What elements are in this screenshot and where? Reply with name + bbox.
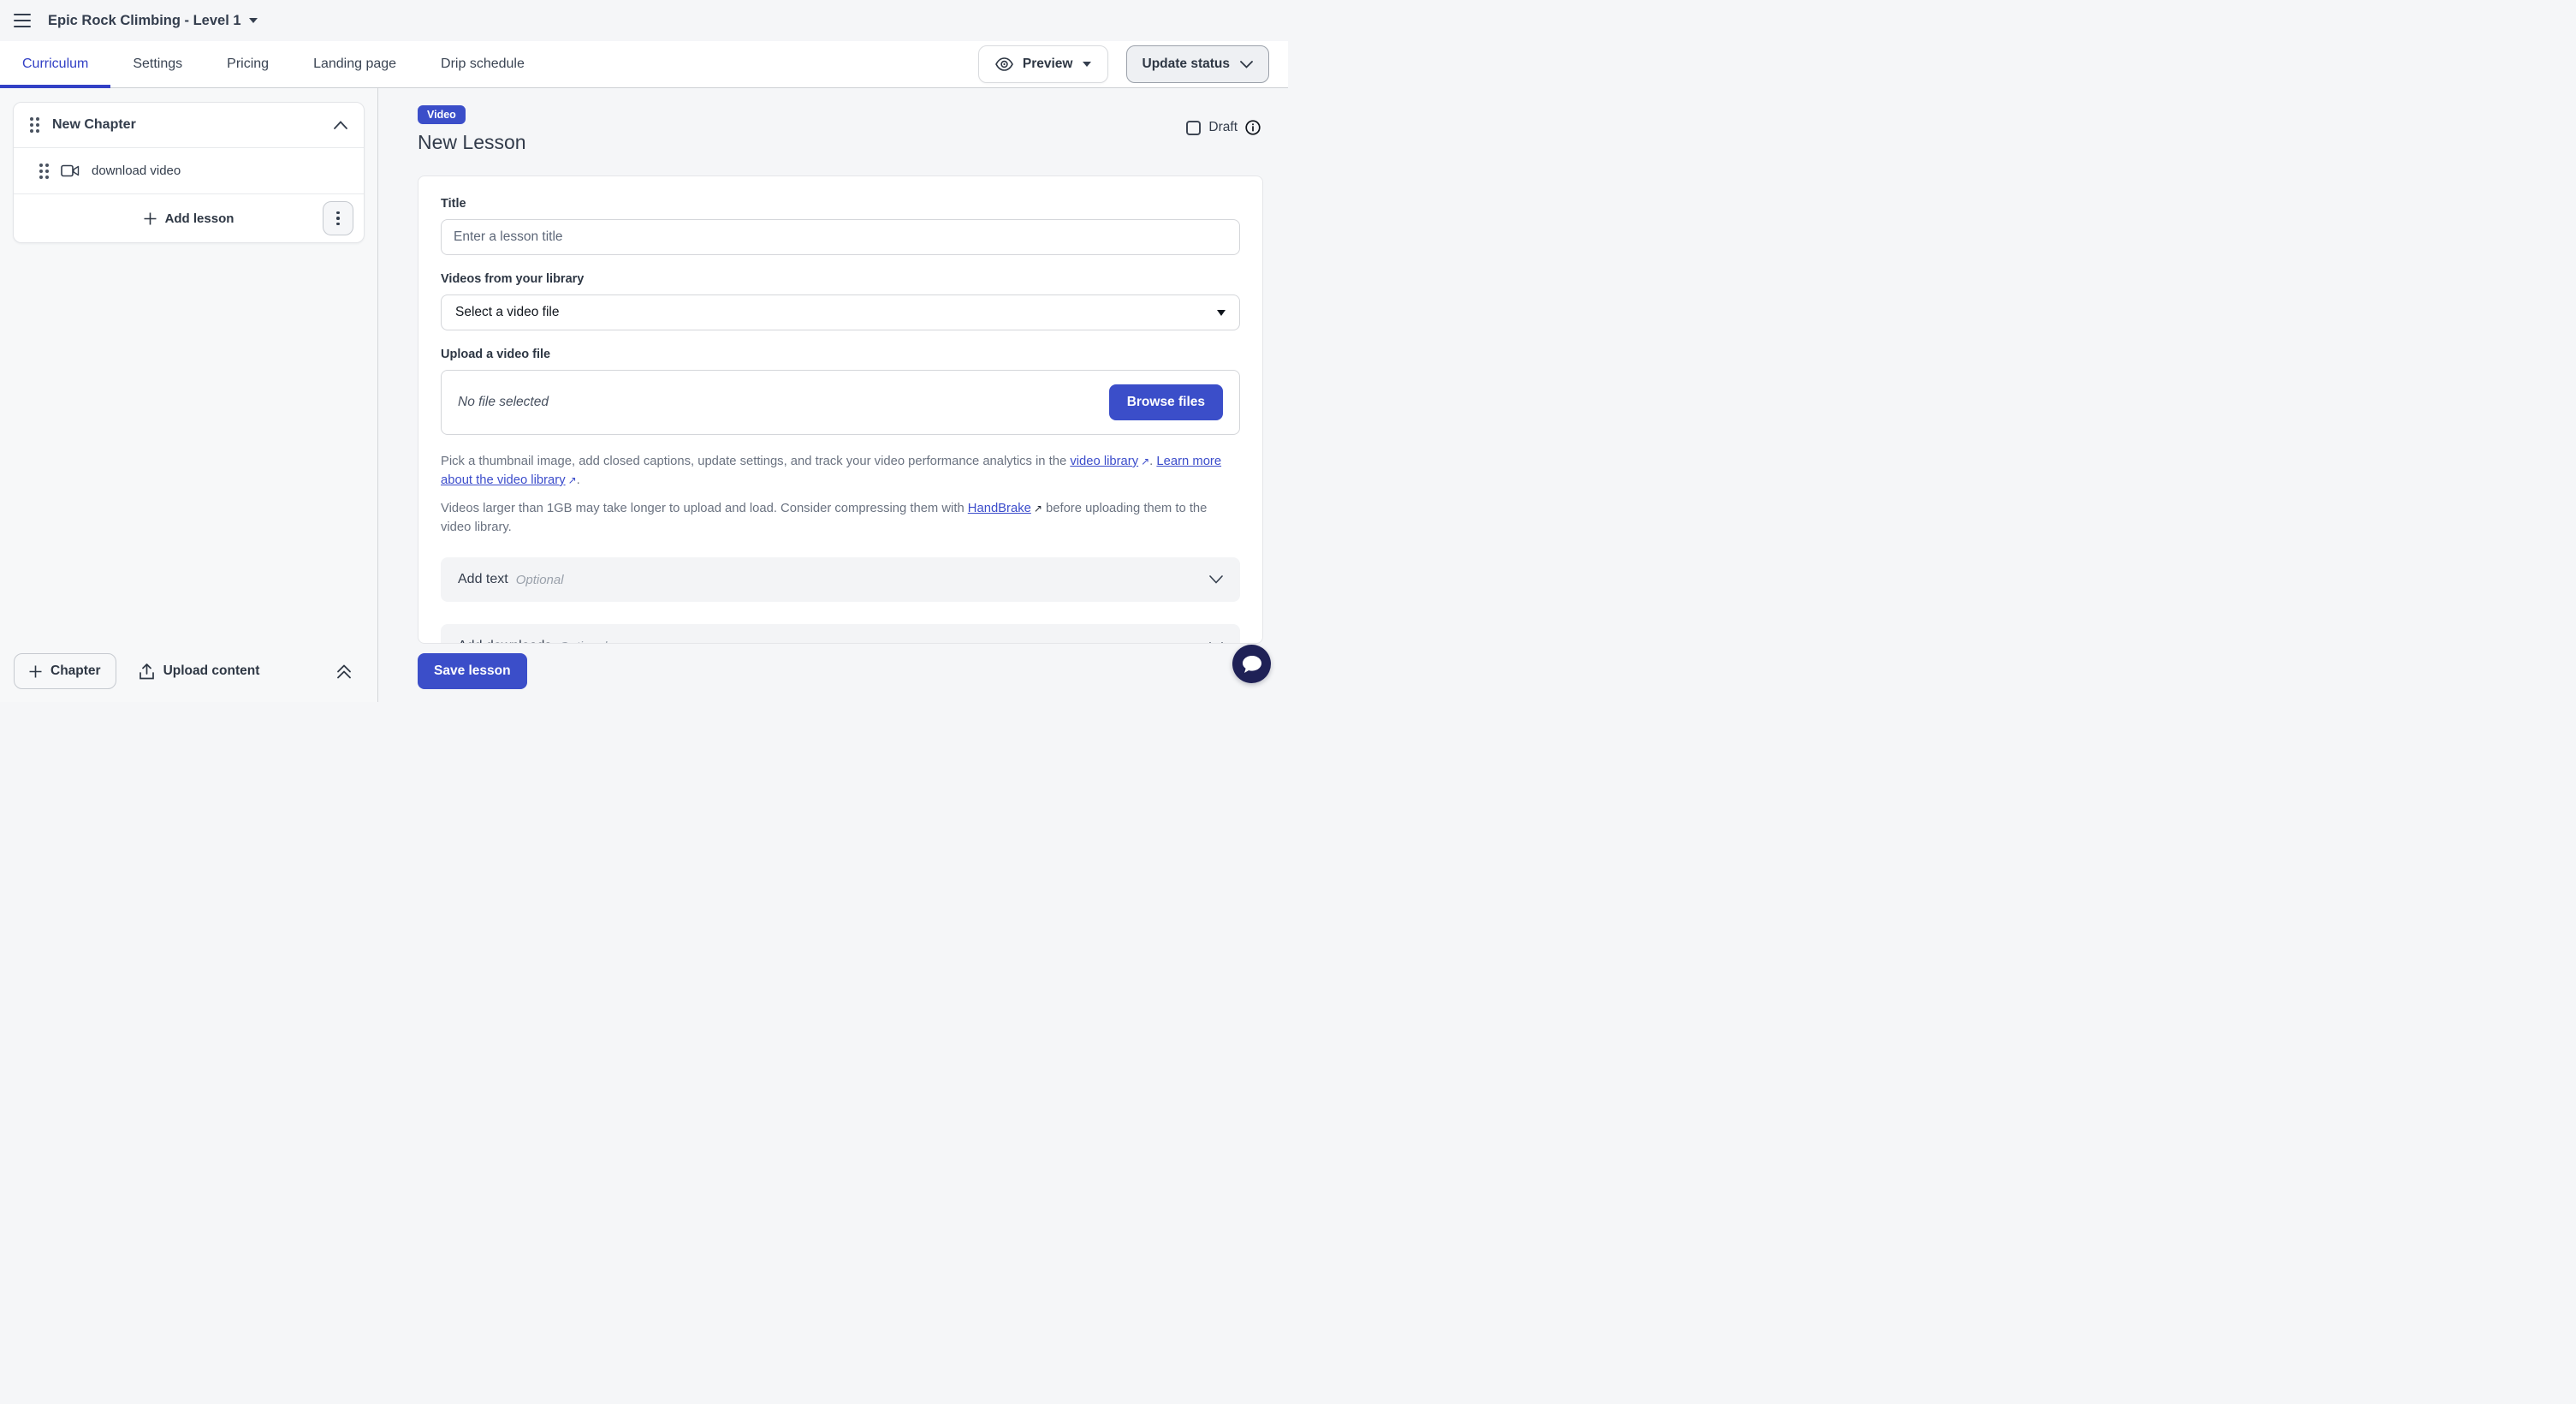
kebab-icon — [336, 211, 340, 215]
title-label: Title — [441, 197, 1240, 211]
info-icon[interactable] — [1245, 120, 1261, 135]
plus-icon — [29, 665, 42, 678]
drag-handle-icon[interactable] — [30, 117, 39, 133]
page-title: New Lesson — [418, 131, 526, 154]
file-upload-box: No file selected Browse files — [441, 370, 1240, 435]
hamburger-menu-icon[interactable] — [14, 14, 31, 27]
double-chevron-up-icon — [336, 663, 352, 680]
tab-navigation: Curriculum Settings Pricing Landing page… — [0, 41, 1288, 88]
eye-icon — [995, 57, 1013, 71]
collapse-all-button[interactable] — [336, 663, 352, 680]
tab-drip-schedule[interactable]: Drip schedule — [418, 41, 547, 87]
upload-icon — [139, 663, 154, 680]
optional-label: Optional — [559, 640, 607, 645]
library-label: Videos from your library — [441, 272, 1240, 286]
chevron-down-icon — [1209, 642, 1223, 644]
add-chapter-label: Chapter — [50, 663, 101, 679]
chevron-down-icon — [1240, 61, 1253, 68]
draft-checkbox[interactable] — [1186, 121, 1201, 135]
external-link-icon: ↗ — [568, 471, 577, 490]
lesson-title: download video — [92, 164, 181, 178]
tab-landing-page[interactable]: Landing page — [291, 41, 418, 87]
upload-content-label: Upload content — [163, 663, 260, 679]
add-lesson-button[interactable]: Add lesson — [144, 211, 234, 226]
tab-list: Curriculum Settings Pricing Landing page… — [0, 41, 547, 87]
lesson-editor-panel: Video New Lesson Draft Title Videos from… — [378, 88, 1288, 702]
preview-button[interactable]: Preview — [978, 45, 1108, 83]
tab-label: Curriculum — [22, 57, 88, 72]
caret-down-icon — [1083, 62, 1091, 67]
chapter-header[interactable]: New Chapter — [14, 103, 364, 148]
video-library-help: Pick a thumbnail image, add closed capti… — [441, 452, 1240, 490]
top-bar: Epic Rock Climbing - Level 1 — [0, 0, 1288, 41]
tab-curriculum[interactable]: Curriculum — [0, 41, 110, 87]
chevron-up-icon[interactable] — [334, 121, 347, 129]
add-text-section[interactable]: Add text Optional — [441, 557, 1240, 602]
external-link-icon: ↗ — [1034, 499, 1042, 518]
help-text-segment: Videos larger than 1GB may take longer t… — [441, 502, 968, 515]
add-chapter-button[interactable]: Chapter — [14, 653, 116, 689]
chevron-down-icon — [1209, 575, 1223, 584]
plus-icon — [144, 212, 157, 225]
select-value: Select a video file — [455, 305, 560, 320]
external-link-icon: ↗ — [1141, 452, 1149, 471]
tab-settings[interactable]: Settings — [110, 41, 205, 87]
sidebar-footer: Chapter Upload content — [0, 640, 377, 702]
help-text-segment: . — [577, 473, 580, 487]
tab-label: Settings — [133, 57, 182, 72]
lesson-title-input[interactable] — [441, 219, 1240, 255]
help-text-segment: Pick a thumbnail image, add closed capti… — [441, 455, 1070, 468]
curriculum-sidebar: New Chapter download video — [0, 88, 378, 702]
lesson-type-badge: Video — [418, 105, 466, 124]
draft-toggle-row: Draft — [1186, 120, 1261, 135]
chat-bubble-icon — [1242, 655, 1262, 674]
add-lesson-label: Add lesson — [165, 211, 234, 226]
tab-label: Landing page — [313, 57, 396, 72]
chapter-title: New Chapter — [52, 117, 136, 133]
drag-handle-icon[interactable] — [39, 164, 49, 179]
update-status-label: Update status — [1143, 57, 1231, 72]
lesson-form-card: Title Videos from your library Select a … — [418, 176, 1263, 644]
tab-pricing[interactable]: Pricing — [205, 41, 291, 87]
compression-help: Videos larger than 1GB may take longer t… — [441, 499, 1240, 537]
preview-label: Preview — [1023, 57, 1073, 72]
update-status-button[interactable]: Update status — [1126, 45, 1270, 83]
browse-files-button[interactable]: Browse files — [1109, 384, 1223, 420]
optional-label: Optional — [516, 573, 564, 587]
handbrake-link[interactable]: HandBrake — [968, 502, 1031, 515]
chapter-options-button[interactable] — [323, 201, 353, 235]
lesson-item[interactable]: download video — [14, 148, 364, 194]
video-camera-icon — [61, 164, 80, 177]
caret-down-icon — [249, 18, 258, 23]
video-library-link[interactable]: video library — [1070, 455, 1138, 468]
no-file-text: No file selected — [458, 395, 549, 410]
chapter-card: New Chapter download video — [13, 102, 365, 243]
upload-content-button[interactable]: Upload content — [139, 663, 260, 680]
chat-widget-button[interactable] — [1232, 645, 1271, 683]
caret-down-icon — [1217, 310, 1226, 316]
add-text-label: Add text — [458, 572, 508, 587]
tab-label: Pricing — [227, 57, 269, 72]
tab-label: Drip schedule — [441, 57, 525, 72]
add-downloads-label: Add downloads — [458, 639, 551, 644]
video-library-select[interactable]: Select a video file — [441, 294, 1240, 330]
add-downloads-section[interactable]: Add downloads Optional — [441, 624, 1240, 644]
draft-label: Draft — [1208, 120, 1238, 135]
upload-label: Upload a video file — [441, 348, 1240, 361]
course-title: Epic Rock Climbing - Level 1 — [48, 13, 241, 29]
course-switcher[interactable]: Epic Rock Climbing - Level 1 — [48, 13, 258, 29]
save-lesson-button[interactable]: Save lesson — [418, 653, 527, 689]
